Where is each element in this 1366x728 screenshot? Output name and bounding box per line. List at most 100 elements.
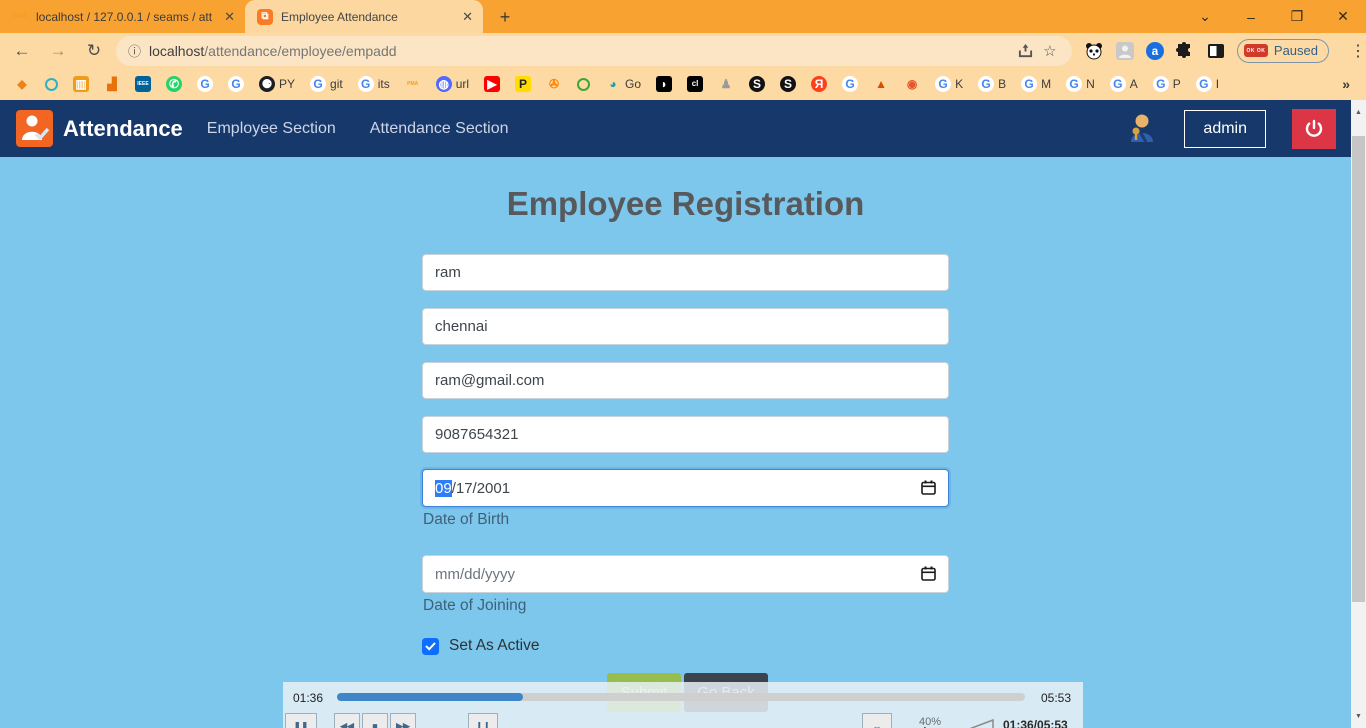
chart-cube-favicon-icon: ▥ <box>73 76 89 92</box>
dob-input[interactable]: 09 /17/2001 <box>422 469 949 507</box>
phpmyadmin-bookmark[interactable]: PMA <box>405 76 421 92</box>
email-input[interactable] <box>422 362 949 399</box>
active-checkbox-label: Set As Active <box>449 637 539 655</box>
fit-window-button[interactable]: ↔ <box>862 713 892 728</box>
side-panel-icon[interactable] <box>1206 41 1226 61</box>
panda-extension-icon[interactable] <box>1084 41 1104 61</box>
go-teal-bookmark[interactable]: ◕Go <box>605 76 641 92</box>
youtube-bookmark[interactable]: ▶ <box>484 76 500 92</box>
extensions-puzzle-icon[interactable] <box>1175 41 1195 61</box>
google-bookmark[interactable]: G <box>842 76 858 92</box>
matlab-bookmark[interactable]: ▲ <box>873 76 889 92</box>
teal-ring-bookmark[interactable] <box>45 78 58 91</box>
google-bookmark[interactable]: GM <box>1021 76 1051 92</box>
new-tab-button[interactable]: + <box>491 3 519 31</box>
s-black-bookmark[interactable]: S <box>780 76 796 92</box>
tab-title: localhost / 127.0.0.1 / seams / att <box>36 10 216 24</box>
google-bookmark[interactable]: GI <box>1196 76 1219 92</box>
google-bookmark[interactable]: GN <box>1066 76 1095 92</box>
s-black-bookmark[interactable]: S <box>749 76 765 92</box>
doj-input[interactable]: mm/dd/yyyy <box>422 555 949 593</box>
volume-wedge-icon[interactable] <box>955 718 995 728</box>
nav-employee-section[interactable]: Employee Section <box>207 120 336 138</box>
stop-button[interactable]: ■ <box>362 713 388 728</box>
paused-extension-pill[interactable]: OK OK Paused <box>1237 39 1329 63</box>
window-close-button[interactable]: ✕ <box>1320 0 1366 33</box>
attendance-logo-icon <box>16 110 53 147</box>
set-as-active-row: Set As Active <box>422 637 539 655</box>
github-bookmark[interactable]: ⚈PY <box>259 76 295 92</box>
google-bookmark[interactable]: Gits <box>358 76 390 92</box>
employee-registration-page: Employee Registration 09 /17/2001 Date o… <box>0 157 1366 728</box>
active-checkbox[interactable] <box>422 638 439 655</box>
share-icon[interactable] <box>1014 43 1038 58</box>
pause-button[interactable]: ❚❚ <box>285 713 317 728</box>
brand[interactable]: Attendance <box>16 110 183 147</box>
google-bookmark[interactable]: GB <box>978 76 1006 92</box>
google-bookmark[interactable]: GA <box>1110 76 1138 92</box>
dob-month-selected: 09 <box>435 480 452 497</box>
tab-close-icon[interactable]: ✕ <box>224 9 235 25</box>
back-button[interactable]: ← <box>8 37 36 65</box>
calendar-icon[interactable] <box>921 480 936 499</box>
browser-menu-icon[interactable]: ⋮ <box>1350 41 1366 61</box>
address-bar[interactable]: ⓘ localhost/attendance/employee/empadd ☆ <box>116 36 1072 66</box>
skip-start-button[interactable]: ◀◀ <box>334 713 360 728</box>
url-blue-bookmark[interactable]: ◍ url <box>436 76 469 92</box>
url-text: localhost/attendance/employee/empadd <box>149 43 1014 59</box>
whatsapp-bookmark[interactable]: ✆ <box>166 76 182 92</box>
player-time-display: 01:36/05:53 <box>1003 718 1068 728</box>
bookmark-star-icon[interactable]: ☆ <box>1038 42 1062 60</box>
scrollbar-thumb[interactable] <box>1352 136 1365 602</box>
google-bookmark[interactable]: GK <box>935 76 963 92</box>
eye-orange-bookmark[interactable]: ◉ <box>904 76 920 92</box>
yandex-bookmark[interactable]: Я <box>811 76 827 92</box>
bookmarks-overflow-icon[interactable]: » <box>1342 76 1350 92</box>
nav-attendance-section[interactable]: Attendance Section <box>370 120 509 138</box>
phone-input[interactable] <box>422 416 949 453</box>
window-restore-button[interactable]: ❐ <box>1274 0 1320 33</box>
scroll-down-icon[interactable]: ▼ <box>1351 708 1366 724</box>
google-favicon-icon: G <box>1066 76 1082 92</box>
bookmark-label: url <box>456 77 469 91</box>
doj-label: Date of Joining <box>423 597 526 615</box>
window-minimize-button[interactable]: – <box>1228 0 1274 33</box>
url-blue-favicon-icon: ◍ <box>436 76 452 92</box>
tab-phpmyadmin[interactable]: PMA localhost / 127.0.0.1 / seams / att … <box>0 0 245 33</box>
bird-black-bookmark[interactable]: ◗ <box>656 76 672 92</box>
site-info-icon[interactable]: ⓘ <box>128 41 141 60</box>
profile-extension-icon[interactable] <box>1115 41 1135 61</box>
name-input[interactable] <box>422 254 949 291</box>
skip-end-button[interactable]: ▶▶ <box>390 713 416 728</box>
person-gray-bookmark[interactable]: ♟ <box>718 76 734 92</box>
analytics-bookmark[interactable]: ▟ <box>104 76 120 92</box>
player-seekbar[interactable] <box>337 693 1025 701</box>
logout-power-button[interactable] <box>1292 109 1336 149</box>
tab-close-icon[interactable]: ✕ <box>462 9 473 25</box>
google-bookmark[interactable]: Ggit <box>310 76 343 92</box>
bookmark-label: A <box>1130 77 1138 91</box>
scroll-up-icon[interactable]: ▲ <box>1351 104 1366 120</box>
admin-user-button[interactable]: admin <box>1184 110 1266 148</box>
calendar-icon[interactable] <box>921 566 936 585</box>
google-bookmark[interactable]: G <box>228 76 244 92</box>
camera-orange-bookmark[interactable]: ✇ <box>546 76 562 92</box>
page-scrollbar[interactable]: ▲ ▼ <box>1351 100 1366 728</box>
tab-search-chevron-icon[interactable]: ⌄ <box>1182 0 1228 33</box>
browser-tab-strip: PMA localhost / 127.0.0.1 / seams / att … <box>0 0 1366 33</box>
green-ring-bookmark[interactable] <box>577 78 590 91</box>
tab-employee-attendance[interactable]: ⧉ Employee Attendance ✕ <box>245 0 483 33</box>
google-bookmark[interactable]: G <box>197 76 213 92</box>
video-player-overlay: 01:36 05:53 ❚❚ ◀◀ ■ ▶▶ ❙❙ ↔ 40% 01:36/05… <box>283 682 1083 728</box>
chart-cube-bookmark[interactable]: ▥ <box>73 76 89 92</box>
ieee-bookmark[interactable]: IEEE <box>135 76 151 92</box>
a-extension-icon[interactable]: a <box>1146 42 1164 60</box>
city-input[interactable] <box>422 308 949 345</box>
reload-button[interactable]: ↻ <box>80 37 108 65</box>
frame-step-button[interactable]: ❙❙ <box>468 713 498 728</box>
google-bookmark[interactable]: GP <box>1153 76 1181 92</box>
craigslist-bookmark[interactable]: cl <box>687 76 703 92</box>
diamond-bookmark[interactable]: ◆ <box>14 76 30 92</box>
forward-button[interactable]: → <box>44 37 72 65</box>
p-yellow-bookmark[interactable]: P <box>515 76 531 92</box>
